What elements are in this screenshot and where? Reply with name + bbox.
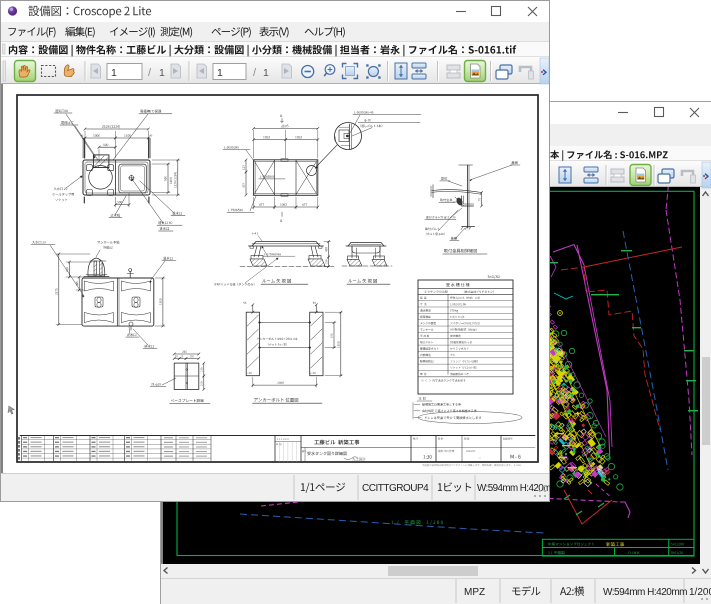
svg-text:MPZ: MPZ: [464, 587, 485, 598]
svg-text:1: 1: [263, 67, 269, 79]
svg-text:/: /: [148, 67, 152, 79]
svg-text:W:594mm H:420mm: W:594mm H:420mm: [477, 483, 550, 494]
svg-text:W:594mm H:420mm: W:594mm H:420mm: [603, 587, 687, 598]
svg-text:1: 1: [217, 67, 223, 79]
svg-text:1: 1: [111, 67, 117, 79]
svg-text:/: /: [253, 67, 257, 79]
svg-text:CCITTGROUP4: CCITTGROUP4: [362, 483, 429, 494]
svg-text:1/200: 1/200: [689, 587, 711, 598]
svg-text:1: 1: [159, 67, 165, 79]
